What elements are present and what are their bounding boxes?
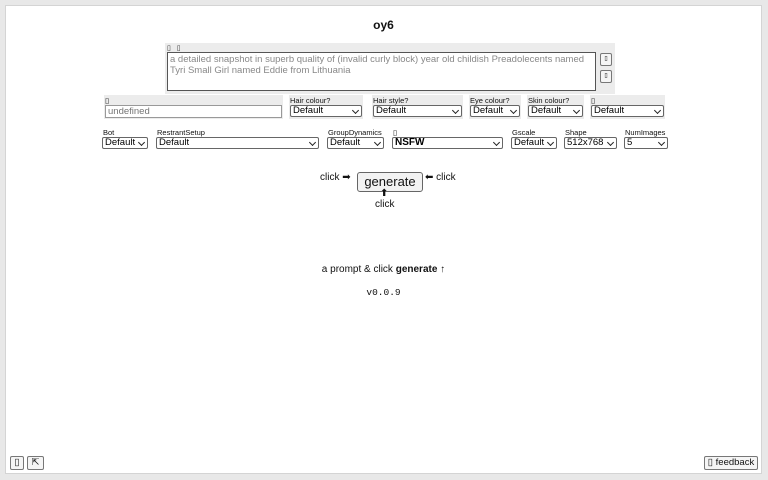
chevron-down-icon xyxy=(606,138,615,147)
feedback-button[interactable]: ▯ feedback xyxy=(704,456,758,470)
hair-colour-select[interactable]: Default xyxy=(290,105,362,117)
chevron-down-icon xyxy=(137,138,146,147)
skin-colour-panel: Skin colour? Default xyxy=(527,95,584,119)
name-field-panel: ▯ xyxy=(104,95,283,119)
chevron-down-icon xyxy=(308,138,317,147)
gscale-label: Gscale xyxy=(512,128,536,137)
prompt-toolbar-icons[interactable]: ▯ ▯ xyxy=(167,44,183,52)
shape-label: Shape xyxy=(565,128,587,137)
restraint-setup-label: RestrantSetup xyxy=(157,128,205,137)
eye-colour-select[interactable]: Default xyxy=(470,105,520,117)
extra-option-icon: ▯ xyxy=(591,96,596,105)
status-prefix: a prompt & click xyxy=(321,264,396,275)
prompt-panel: ▯ ▯ ▯ ▯ xyxy=(165,43,615,94)
extra-option-select[interactable]: Default xyxy=(591,105,664,117)
footer-button-1[interactable]: ▯ xyxy=(10,456,24,470)
prompt-textarea[interactable] xyxy=(167,52,596,91)
extra-option-panel: ▯ Default xyxy=(590,95,665,119)
num-images-select[interactable]: 5 xyxy=(624,137,668,149)
num-images-label: NumImages xyxy=(625,128,666,137)
bot-label: Bot xyxy=(103,128,115,137)
generate-right-hint: ⬅ click xyxy=(425,172,456,183)
up-arrow-icon: ⬆ xyxy=(380,188,389,199)
skin-colour-select[interactable]: Default xyxy=(528,105,583,117)
hair-colour-panel: Hair colour? Default xyxy=(289,95,363,119)
status-bold: generate xyxy=(395,264,438,275)
hair-style-select[interactable]: Default xyxy=(373,105,462,117)
chevron-down-icon xyxy=(546,138,555,147)
shape-select[interactable]: 512x768 xyxy=(564,137,617,149)
chevron-down-icon xyxy=(451,106,460,115)
chevron-down-icon xyxy=(373,138,382,147)
app-frame: oy6 ▯ ▯ ▯ ▯ ▯ Hair colour? Default Hair … xyxy=(5,5,762,474)
chevron-down-icon xyxy=(351,106,360,115)
chevron-down-icon xyxy=(509,106,518,115)
prompt-side-button-2[interactable]: ▯ xyxy=(600,70,612,83)
nsfw-option-icon: ▯ xyxy=(393,128,398,137)
restraint-setup-select[interactable]: Default xyxy=(156,137,319,149)
version-label: v0.0.9 xyxy=(366,287,401,298)
eye-colour-panel: Eye colour? Default xyxy=(469,95,521,119)
group-dynamics-label: GroupDynamics xyxy=(328,128,382,137)
name-input[interactable] xyxy=(105,105,282,118)
generate-left-hint: click ➡ xyxy=(320,172,351,183)
generate-below-hint: click xyxy=(375,199,395,210)
generate-button[interactable]: generate xyxy=(357,172,423,192)
hair-colour-label: Hair colour? xyxy=(290,96,331,105)
chevron-down-icon xyxy=(492,138,501,147)
chevron-down-icon xyxy=(572,106,581,115)
hair-style-label: Hair style? xyxy=(373,96,409,105)
skin-colour-label: Skin colour? xyxy=(528,96,570,105)
status-suffix: ↑ xyxy=(437,264,446,275)
chevron-down-icon xyxy=(653,106,662,115)
page-title: oy6 xyxy=(373,18,394,32)
eye-colour-label: Eye colour? xyxy=(470,96,510,105)
group-dynamics-select[interactable]: Default xyxy=(327,137,384,149)
bot-select[interactable]: Default xyxy=(102,137,148,149)
name-field-icon: ▯ xyxy=(105,96,110,105)
prompt-side-button-1[interactable]: ▯ xyxy=(600,53,612,66)
nsfw-select[interactable]: NSFW xyxy=(392,137,503,149)
expand-icon[interactable]: ⇱ xyxy=(27,456,44,470)
chevron-down-icon xyxy=(657,138,666,147)
gscale-select[interactable]: Default xyxy=(511,137,557,149)
hair-style-panel: Hair style? Default xyxy=(372,95,463,119)
status-message: a prompt & click generate ↑ xyxy=(6,264,761,275)
